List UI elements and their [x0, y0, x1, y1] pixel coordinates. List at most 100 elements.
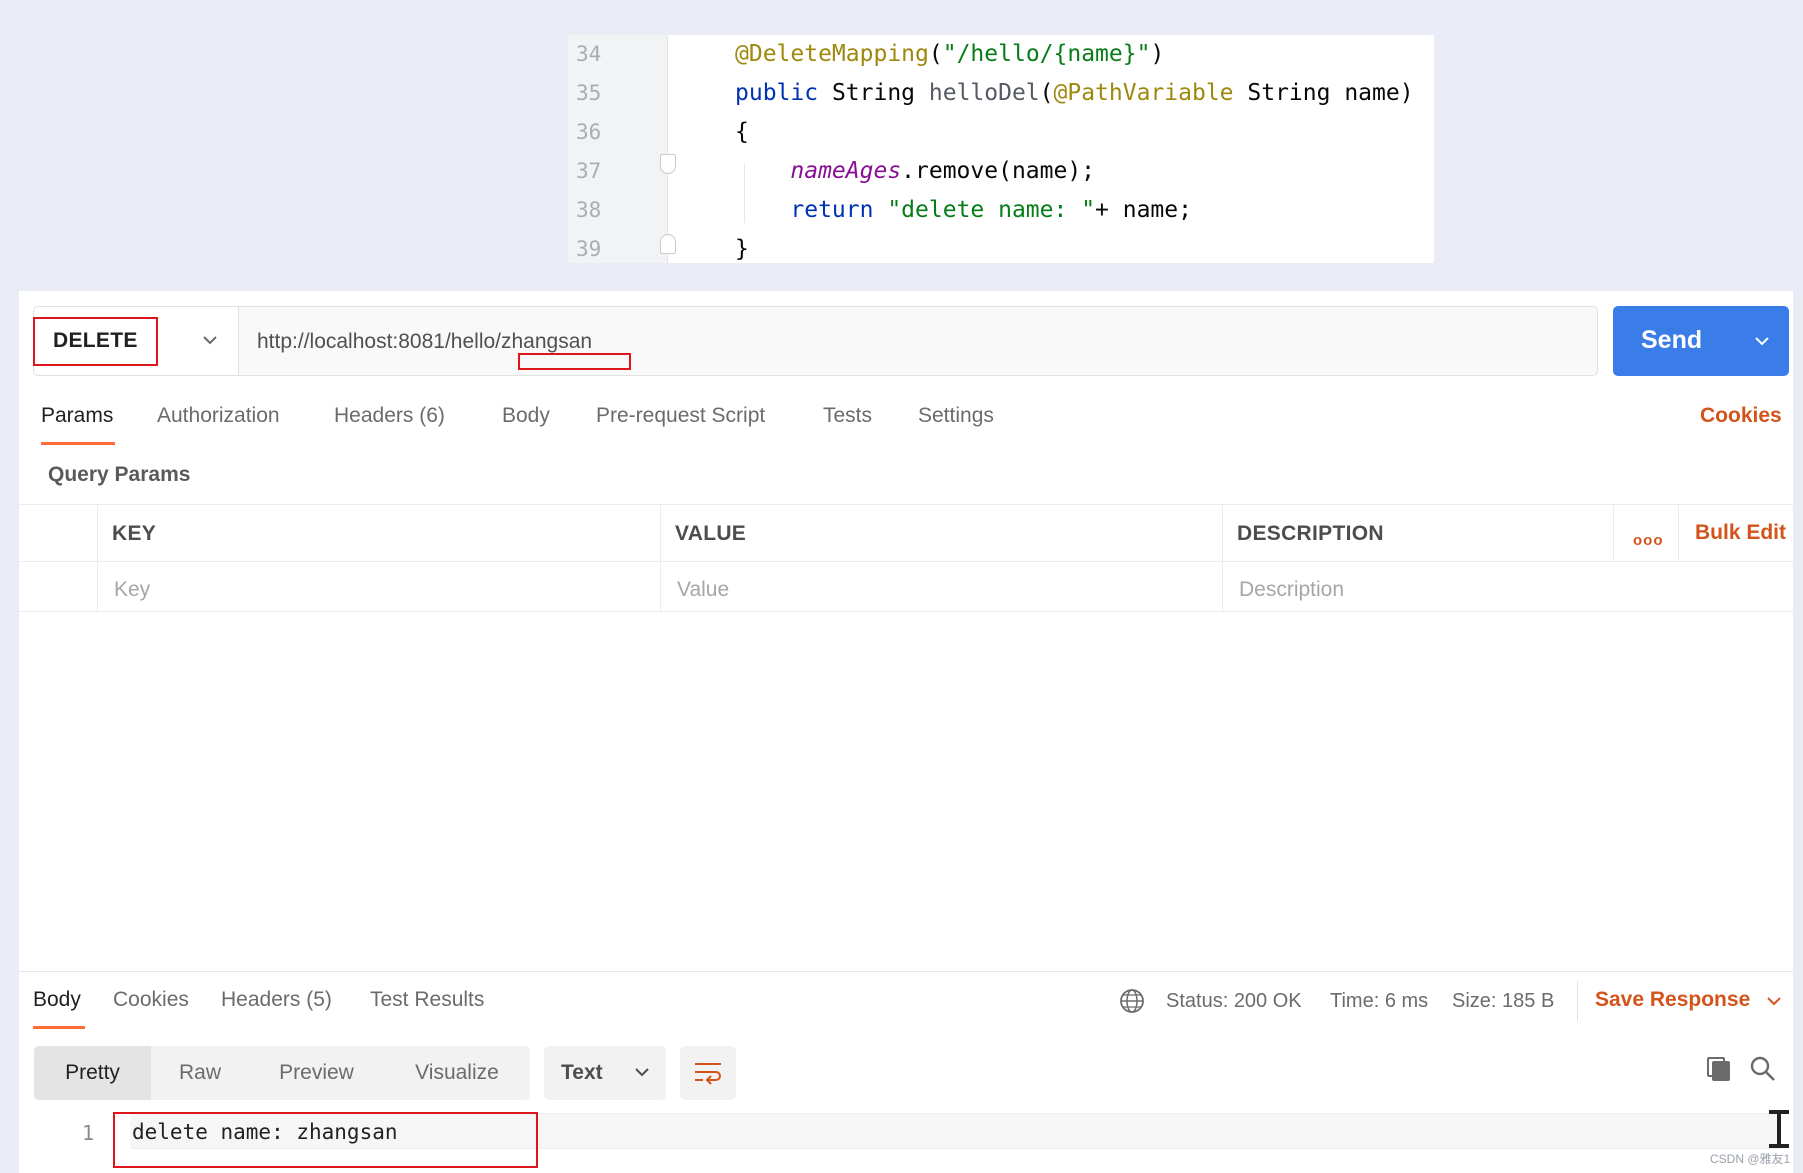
- value-input[interactable]: Value: [677, 578, 729, 602]
- response-pane-divider[interactable]: [19, 971, 1793, 972]
- tab-headers[interactable]: Headers (6): [334, 404, 445, 428]
- tab-body[interactable]: Body: [502, 404, 550, 428]
- code-token: helloDel: [928, 80, 1040, 106]
- query-params-table: KEY VALUE DESCRIPTION ooo Bulk Edit Key …: [19, 504, 1793, 613]
- url-input[interactable]: http://localhost:8081/hello/zhangsan: [257, 330, 592, 354]
- code-token: .remove(name);: [901, 158, 1096, 184]
- view-mode-preview[interactable]: Preview: [249, 1046, 384, 1100]
- response-tab-body[interactable]: Body: [33, 988, 81, 1012]
- line-number: 37: [576, 159, 602, 183]
- code-token: {: [735, 119, 749, 145]
- format-label: Text: [561, 1061, 603, 1084]
- code-token: "/hello/{name}": [942, 41, 1151, 67]
- chevron-down-icon: [203, 336, 217, 345]
- code-token: @DeleteMapping: [735, 41, 929, 67]
- line-number: 34: [576, 42, 602, 66]
- column-header-description: DESCRIPTION: [1237, 522, 1384, 545]
- code-line: 38 return "delete name: "+ name;: [568, 191, 1434, 230]
- fold-open-icon[interactable]: [660, 154, 676, 174]
- send-button[interactable]: Send: [1613, 306, 1789, 376]
- code-text: @DeleteMapping("/hello/{name}"): [735, 35, 1164, 74]
- code-token: nameAges: [790, 158, 902, 184]
- wrap-lines-button[interactable]: [680, 1046, 736, 1100]
- line-number: 39: [576, 237, 602, 261]
- line-number: 35: [576, 81, 602, 105]
- code-line: 35 public String helloDel(@PathVariable S…: [568, 74, 1434, 113]
- code-token: String name): [1247, 80, 1414, 106]
- indent-guide: [744, 163, 745, 223]
- code-editor-snippet: 34 @DeleteMapping("/hello/{name}") 35 publi…: [568, 35, 1434, 263]
- code-token: + name;: [1095, 197, 1192, 223]
- line-number: 36: [576, 120, 602, 144]
- code-line: 36 {: [568, 113, 1434, 152]
- column-divider: [1613, 505, 1614, 561]
- globe-icon[interactable]: [1119, 988, 1145, 1014]
- view-mode-visualize[interactable]: Visualize: [384, 1046, 530, 1100]
- code-token: String: [831, 80, 929, 106]
- response-tab-test-results[interactable]: Test Results: [370, 988, 484, 1012]
- line-number: 38: [576, 198, 602, 222]
- search-icon[interactable]: [1749, 1055, 1777, 1083]
- wrap-lines-icon: [695, 1063, 721, 1085]
- cookies-link[interactable]: Cookies: [1700, 404, 1782, 428]
- code-token: (: [1039, 80, 1054, 106]
- tab-tests[interactable]: Tests: [823, 404, 872, 428]
- code-token: }: [735, 236, 749, 262]
- response-tab-headers[interactable]: Headers (5): [221, 988, 332, 1012]
- path-highlight-box: [518, 353, 631, 370]
- tab-settings[interactable]: Settings: [918, 404, 994, 428]
- watermark: CSDN @雅友1: [1710, 1152, 1791, 1166]
- column-divider: [1678, 505, 1679, 561]
- response-tab-cookies[interactable]: Cookies: [113, 988, 189, 1012]
- code-text: public String helloDel(@PathVariable Str…: [735, 74, 1414, 113]
- code-text: }: [735, 230, 749, 269]
- separator: [1577, 981, 1578, 1021]
- active-tab-indicator: [41, 442, 115, 445]
- code-token: "delete name: ": [887, 197, 1096, 223]
- tab-params[interactable]: Params: [41, 404, 113, 428]
- active-response-tab-indicator: [33, 1026, 85, 1029]
- table-row-divider: [19, 561, 1793, 562]
- column-header-key: KEY: [112, 522, 157, 545]
- save-response-button[interactable]: Save Response: [1595, 988, 1750, 1012]
- time-text[interactable]: Time: 6 ms: [1330, 990, 1428, 1013]
- code-token: (: [928, 41, 943, 67]
- response-highlight-box: [113, 1112, 538, 1168]
- send-label: Send: [1641, 326, 1703, 354]
- fold-close-icon[interactable]: [660, 234, 676, 254]
- line-number: 1: [82, 1121, 95, 1145]
- url-bar: DELETE http://localhost:8081/hello/zhang…: [33, 306, 1598, 376]
- text-cursor-icon: [1769, 1110, 1789, 1148]
- view-mode-raw[interactable]: Raw: [151, 1046, 249, 1100]
- code-text: nameAges.remove(name);: [735, 152, 1095, 191]
- column-header-value: VALUE: [675, 522, 747, 545]
- column-divider: [1222, 505, 1223, 613]
- code-token: @PathVariable: [1053, 80, 1248, 106]
- format-select[interactable]: Text: [544, 1046, 666, 1100]
- key-input[interactable]: Key: [114, 578, 150, 602]
- size-text[interactable]: Size: 185 B: [1452, 990, 1554, 1013]
- description-input[interactable]: Description: [1239, 578, 1344, 602]
- bulk-edit-link[interactable]: Bulk Edit: [1695, 521, 1786, 545]
- chevron-down-icon: [635, 1068, 649, 1077]
- tab-authorization[interactable]: Authorization: [157, 404, 280, 428]
- view-mode-selector: Pretty Raw Preview Visualize: [34, 1046, 530, 1100]
- tab-pre-request-script[interactable]: Pre-request Script: [596, 404, 765, 428]
- view-mode-pretty[interactable]: Pretty: [34, 1046, 151, 1100]
- column-divider: [660, 505, 661, 613]
- status-text[interactable]: Status: 200 OK: [1166, 990, 1302, 1013]
- code-line: 37 nameAges.remove(name);: [568, 152, 1434, 191]
- method-highlight-box: [33, 317, 158, 366]
- code-line: 39}: [568, 230, 1434, 269]
- query-params-title: Query Params: [48, 463, 191, 486]
- chevron-down-icon[interactable]: [1766, 993, 1782, 1009]
- code-token: ): [1150, 41, 1165, 67]
- copy-icon[interactable]: [1705, 1055, 1733, 1083]
- postman-request-panel: DELETE http://localhost:8081/hello/zhang…: [19, 291, 1793, 1173]
- code-line: 34 @DeleteMapping("/hello/{name}"): [568, 35, 1434, 74]
- chevron-down-icon[interactable]: [1753, 332, 1771, 350]
- code-token: return: [790, 197, 888, 223]
- more-options-icon[interactable]: ooo: [1633, 532, 1664, 549]
- code-text: {: [735, 113, 749, 152]
- code-token: public: [735, 80, 832, 106]
